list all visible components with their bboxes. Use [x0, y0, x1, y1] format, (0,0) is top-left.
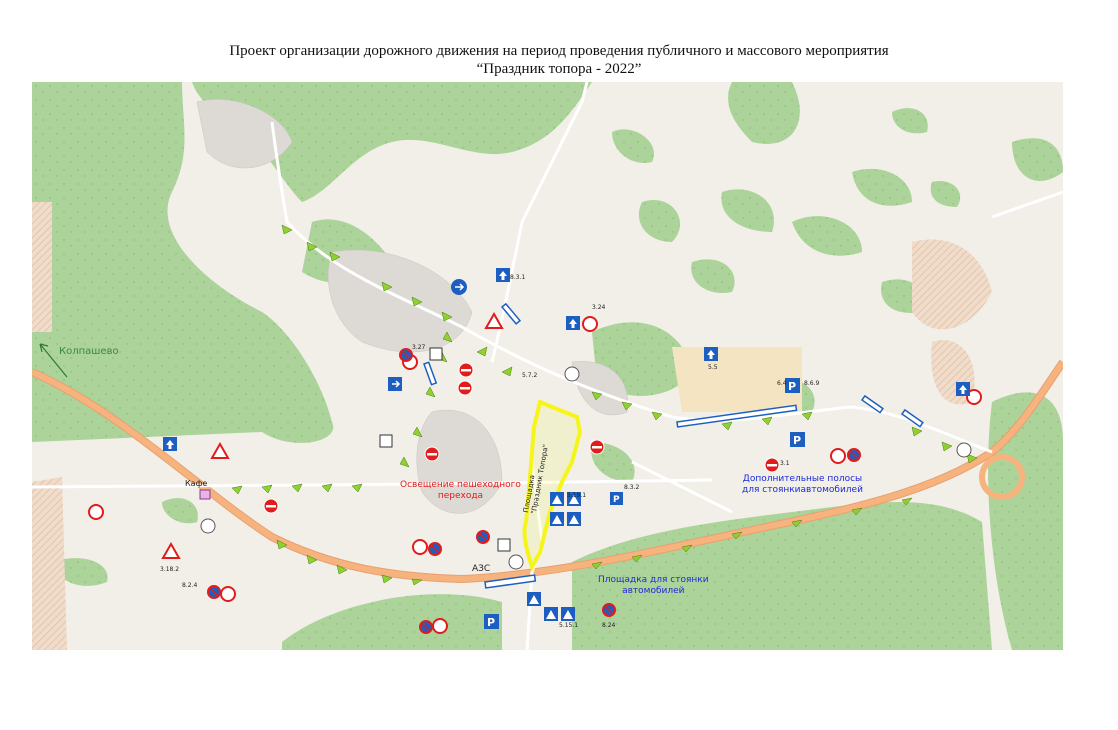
- sign-warning-triangle-icon: [210, 441, 230, 459]
- sign-no-stopping-icon: [847, 448, 861, 462]
- sign-code-tag: 3.24: [592, 304, 606, 311]
- extra-parking-lanes-label: Дополнительные полосы для стоянкиавтомоб…: [742, 474, 863, 495]
- sign-pedestrian-icon: [561, 607, 575, 621]
- sign-no-entry-icon: [764, 457, 780, 473]
- page-title: Проект организации дорожного движения на…: [0, 42, 1118, 78]
- sign-no-stopping-icon: [399, 348, 413, 362]
- sign-one-way-icon: [956, 382, 970, 396]
- sign-speed-limit-icon: [830, 448, 846, 464]
- sign-parking-icon: P: [790, 432, 805, 447]
- sign-warning-triangle-icon: [484, 311, 504, 329]
- cafe-label: Кафе: [185, 479, 208, 488]
- sign-dead-end-icon: [379, 434, 393, 448]
- parking-area-label: Площадка для стоянки автомобилей: [598, 575, 709, 596]
- sign-speed-limit-icon: [88, 504, 104, 520]
- sign-code-tag: 5.19.1: [567, 492, 587, 499]
- sign-no-stopping-icon: [428, 542, 442, 556]
- sign-no-entry-icon: [589, 439, 605, 455]
- cafe-marker: [199, 489, 211, 500]
- sign-bus-stop-icon: [564, 366, 580, 382]
- sign-detour-arrow-icon: [388, 377, 402, 391]
- sign-pedestrian-icon: [567, 512, 581, 526]
- sign-one-way-icon: [704, 347, 718, 361]
- map-canvas[interactable]: P P P P Колпашево Освещение пешеходного …: [32, 82, 1063, 650]
- sign-speed-limit-icon: [582, 316, 598, 332]
- sign-parking-icon: P: [785, 378, 800, 393]
- svg-text:P: P: [613, 495, 620, 505]
- sign-code-tag: 5.15.1: [559, 622, 579, 629]
- sign-pedestrian-icon: [550, 512, 564, 526]
- sign-pedestrian-icon: [544, 607, 558, 621]
- sign-pedestrian-icon: [550, 492, 564, 506]
- sign-one-way-icon: [496, 268, 510, 282]
- svg-text:P: P: [487, 616, 495, 629]
- sign-one-way-icon: [163, 437, 177, 451]
- svg-text:P: P: [788, 380, 796, 393]
- sign-code-tag: 8.2.4: [182, 582, 198, 589]
- sign-one-way-icon: [566, 316, 580, 330]
- svg-text:P: P: [793, 434, 801, 447]
- sign-bus-stop-icon: [508, 554, 524, 570]
- sign-no-entry-icon: [457, 380, 473, 396]
- sign-code-tag: 8.3.2: [624, 484, 640, 491]
- pedestrian-lighting-label: Освещение пешеходного перехода: [400, 480, 521, 501]
- sign-code-tag: 8.3.1: [510, 274, 526, 281]
- sign-parking-icon: P: [484, 614, 499, 629]
- sign-code-tag: 8.6.9: [804, 380, 820, 387]
- sign-speed-limit-icon: [432, 618, 448, 634]
- direction-label-kolpashevo: Колпашево: [59, 346, 119, 357]
- sign-code-tag: 8.24: [602, 622, 616, 629]
- sign-no-entry-icon: [424, 446, 440, 462]
- sign-warning-triangle-icon: [161, 541, 181, 559]
- sign-speed-limit-icon: [412, 539, 428, 555]
- sign-code-tag: 5.5: [708, 364, 718, 371]
- map-svg: P P P P: [32, 82, 1063, 650]
- title-line-1: Проект организации дорожного движения на…: [229, 43, 889, 59]
- sign-dead-end-icon: [497, 538, 511, 552]
- sign-no-stopping-icon: [207, 585, 221, 599]
- sign-speed-limit-icon: [220, 586, 236, 602]
- sign-bus-stop-icon: [200, 518, 216, 534]
- sign-dead-end-icon: [429, 347, 443, 361]
- sign-code-tag: 3.27: [412, 344, 426, 351]
- sign-code-tag: 6.4: [777, 380, 787, 387]
- sign-code-tag: 3.18.2: [160, 566, 180, 573]
- sign-parking-icon: P: [610, 492, 623, 505]
- sign-code-tag: 3.1: [780, 460, 790, 467]
- sign-bus-stop-icon: [956, 442, 972, 458]
- sign-no-stopping-icon: [602, 603, 616, 617]
- forest-areas: [32, 82, 1063, 650]
- sign-no-stopping-icon: [419, 620, 433, 634]
- sign-no-entry-icon: [263, 498, 279, 514]
- title-line-2: “Праздник топора - 2022”: [476, 61, 642, 77]
- sign-no-entry-icon: [458, 362, 474, 378]
- sign-code-tag: 5.7.2: [522, 372, 538, 379]
- sign-no-stopping-icon: [476, 530, 490, 544]
- gas-station-label: АЗС: [472, 564, 491, 574]
- sign-detour-arrow-icon: [451, 279, 467, 295]
- sign-pedestrian-icon: [527, 592, 541, 606]
